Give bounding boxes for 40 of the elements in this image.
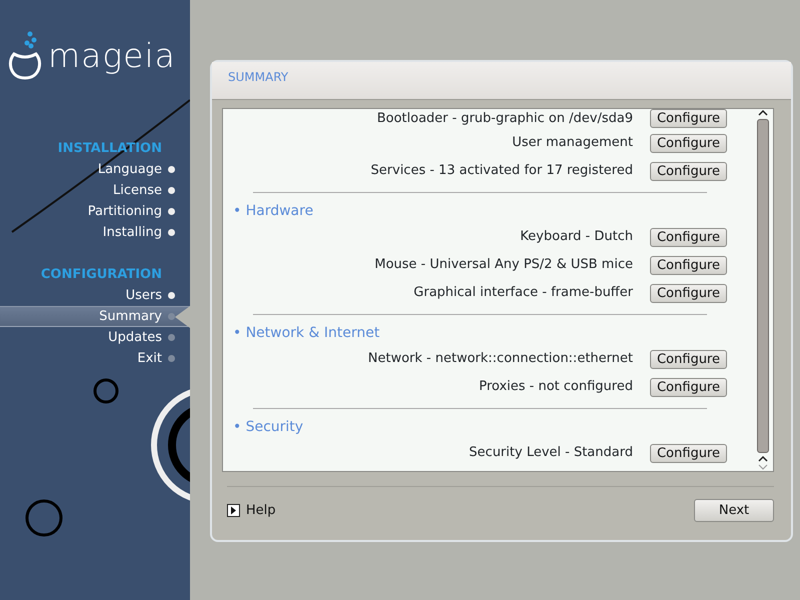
section-heading: • Hardware bbox=[233, 203, 314, 219]
configure-button[interactable]: Configure bbox=[650, 284, 727, 302]
pointer-icon bbox=[174, 306, 190, 328]
step-group-heading: CONFIGURATION bbox=[40, 267, 162, 282]
help-toggle[interactable]: Help bbox=[227, 500, 276, 520]
scroll-up-icon[interactable] bbox=[758, 109, 768, 117]
configure-button[interactable]: Configure bbox=[650, 109, 727, 128]
setting-label: Keyboard - Dutch bbox=[520, 228, 633, 246]
step-label: License bbox=[112, 182, 162, 200]
configure-button[interactable]: Configure bbox=[650, 256, 727, 274]
configure-button[interactable]: Configure bbox=[650, 444, 727, 462]
configure-button[interactable]: Configure bbox=[650, 350, 727, 368]
step-label: Installing bbox=[102, 224, 162, 242]
configure-button[interactable]: Configure bbox=[650, 228, 727, 246]
setting-label: Bootloader - grub-graphic on /dev/sda9 bbox=[376, 110, 633, 128]
scroll-up-icon[interactable] bbox=[758, 455, 768, 463]
expand-icon bbox=[227, 504, 240, 517]
logo-icon bbox=[8, 30, 42, 80]
configure-button[interactable]: Configure bbox=[650, 378, 727, 396]
step-label: Exit bbox=[137, 350, 162, 368]
configure-button[interactable]: Configure bbox=[650, 162, 727, 180]
setting-label: Security Level - Standard bbox=[469, 444, 633, 462]
setting-label: User management bbox=[512, 134, 633, 152]
setting-label: Proxies - not configured bbox=[478, 378, 633, 396]
step-label: Summary bbox=[99, 308, 162, 326]
setting-label: Services - 13 activated for 17 registered bbox=[370, 162, 633, 180]
logo-text: mageia bbox=[48, 38, 176, 72]
panel-title: SUMMARY bbox=[228, 70, 288, 84]
step-label: Updates bbox=[108, 328, 162, 347]
next-button[interactable]: Next bbox=[694, 499, 774, 522]
configure-button[interactable]: Configure bbox=[650, 134, 727, 152]
section-heading: • Security bbox=[233, 419, 304, 435]
step-label: Partitioning bbox=[88, 202, 162, 221]
step-label: Language bbox=[98, 160, 162, 179]
setting-label: Graphical interface - frame-buffer bbox=[414, 284, 633, 302]
section-heading: • Network & Internet bbox=[233, 325, 380, 341]
step-label: Users bbox=[126, 286, 162, 305]
scrollbar[interactable] bbox=[755, 109, 771, 471]
setting-label: Mouse - Universal Any PS/2 & USB mice bbox=[374, 256, 633, 274]
setting-label: Network - network::connection::ethernet bbox=[368, 350, 633, 368]
